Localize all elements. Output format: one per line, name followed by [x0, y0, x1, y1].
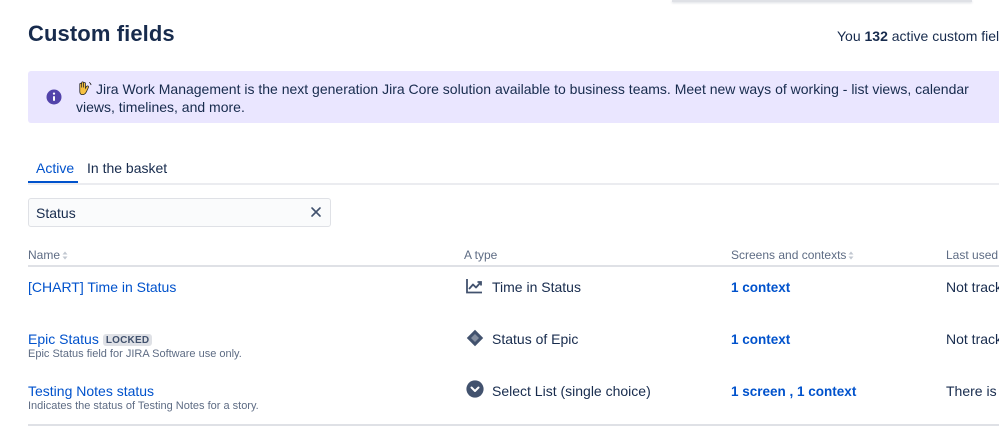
- field-type: Select List (single choice): [492, 383, 651, 399]
- screens-contexts-link[interactable]: 1 screen , 1 context: [731, 384, 856, 399]
- active-count-text: You 132 active custom fields: [837, 28, 999, 44]
- active-count-value: 132: [864, 28, 888, 44]
- tab-list: Active In the basket: [28, 152, 999, 185]
- page-title: Custom fields: [28, 21, 175, 46]
- table-bottom-divider: [28, 424, 999, 426]
- active-tab-indicator: [28, 181, 78, 183]
- info-icon: [46, 89, 62, 105]
- screens-contexts-link[interactable]: 1 context: [731, 280, 790, 295]
- info-banner: Jira Work Management is the next generat…: [28, 71, 999, 123]
- screens-contexts-link[interactable]: 1 context: [731, 332, 790, 347]
- select-chevron-icon: [466, 380, 484, 398]
- column-header-name-label: Name: [28, 248, 61, 262]
- overlay-edge: [672, 0, 972, 2]
- column-header-screens[interactable]: Screens and contexts: [731, 248, 854, 262]
- banner-message: Jira Work Management is the next generat…: [76, 81, 969, 115]
- field-description: Epic Status field for JIRA Software use …: [28, 348, 242, 360]
- sort-icon: [62, 251, 68, 260]
- sort-icon: [848, 251, 854, 260]
- field-name-link[interactable]: Testing Notes status: [28, 383, 154, 399]
- column-header-type: A type: [464, 248, 498, 262]
- field-description: Indicates the status of Testing Notes fo…: [28, 400, 259, 412]
- search-input[interactable]: [29, 199, 306, 226]
- search-box: [28, 198, 331, 227]
- active-count-prefix: You: [837, 28, 865, 44]
- field-name-label: Epic Status: [28, 331, 99, 347]
- field-name-link[interactable]: [CHART] Time in Status: [28, 279, 176, 295]
- column-header-name[interactable]: Name: [28, 248, 68, 262]
- column-header-last-used-label: Last used: [946, 248, 999, 262]
- field-name-link[interactable]: Epic Status LOCKED: [28, 331, 153, 347]
- last-used-value: There is n: [946, 383, 999, 399]
- field-type: Time in Status: [492, 279, 581, 295]
- last-used-value: Not track: [946, 331, 999, 347]
- tab-in-the-basket[interactable]: In the basket: [87, 160, 167, 176]
- diamond-icon: [466, 329, 484, 347]
- column-header-screens-label: Screens and contexts: [731, 248, 847, 262]
- table-header-divider: [28, 265, 999, 267]
- close-icon[interactable]: [310, 206, 322, 218]
- column-header-last-used[interactable]: Last used: [946, 248, 999, 262]
- tab-active[interactable]: Active: [36, 160, 74, 176]
- active-count-suffix: active custom fields: [891, 28, 999, 44]
- locked-badge: LOCKED: [102, 334, 153, 346]
- field-type: Status of Epic: [492, 331, 579, 347]
- last-used-value: Not track: [946, 279, 999, 295]
- chart-line-icon: [466, 279, 482, 294]
